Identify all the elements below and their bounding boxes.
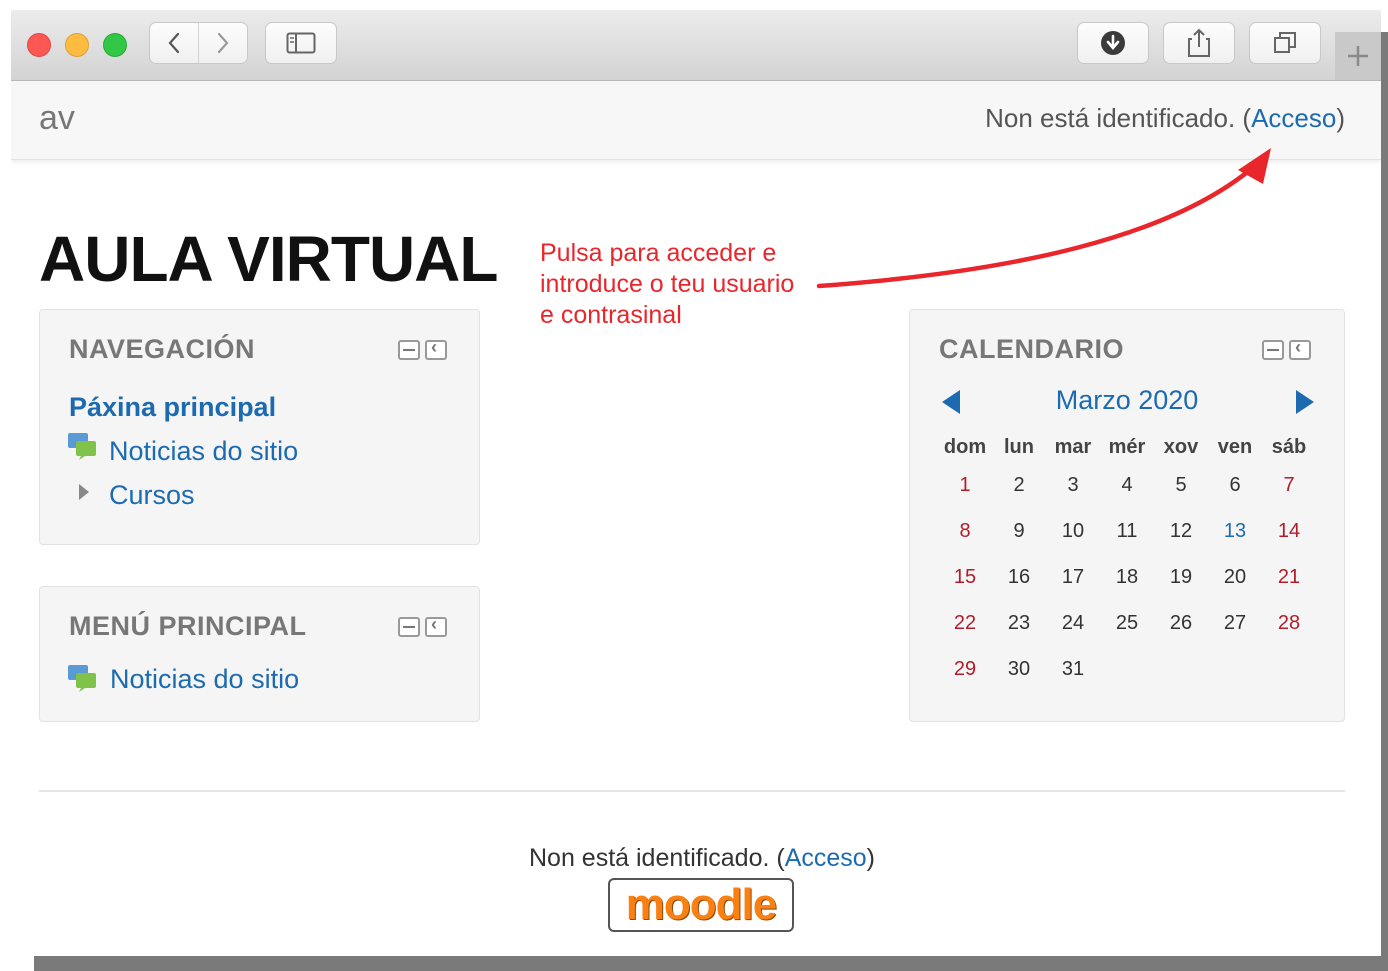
calendar-week: 1234567 xyxy=(938,462,1316,508)
calendar-day[interactable]: 16 xyxy=(992,554,1046,600)
weekday-header: mar xyxy=(1054,435,1092,458)
calendar-day[interactable]: 24 xyxy=(1046,600,1100,646)
calendar-week: 15 16 17 18 19 20 21 xyxy=(938,554,1316,600)
moodle-logo[interactable]: moodle xyxy=(608,878,794,932)
calendar-table: dom lun mar mér xov ven sáb 1 2 3 4 5 6 7 8 9 10 11 12 13 1… xyxy=(938,432,1316,692)
navigation-block: NAVEGACIÓN Páxina principal Noticias do … xyxy=(39,309,480,545)
main-menu-block-title: MENÚ PRINCIPAL xyxy=(69,611,307,641)
calendar-week: 29 30 31 xyxy=(938,646,1316,692)
footer-login-close: ) xyxy=(866,844,875,872)
main-menu-block-controls xyxy=(398,614,447,637)
calendar-day[interactable]: 31 xyxy=(1046,646,1100,692)
forum-icon xyxy=(68,433,96,460)
calendar-day[interactable]: 13 xyxy=(1208,508,1262,554)
nav-courses-link[interactable]: Cursos xyxy=(109,480,195,511)
calendar-day[interactable]: 10 xyxy=(1046,508,1100,554)
calendar-day[interactable]: 26 xyxy=(1154,600,1208,646)
weekday-header: xov xyxy=(1163,435,1199,458)
nav-home-link[interactable]: Páxina principal xyxy=(69,392,276,423)
hide-block-icon[interactable] xyxy=(398,340,420,360)
moodle-logo-text: moodle xyxy=(625,880,777,929)
main-menu-block: MENÚ PRINCIPAL Noticias do sitio xyxy=(39,586,480,722)
navigation-block-controls xyxy=(398,337,447,360)
calendar-day[interactable]: 7 xyxy=(1262,462,1316,508)
footer-login-link[interactable]: Acceso xyxy=(785,844,867,872)
menu-site-news-link[interactable]: Noticias do sitio xyxy=(110,664,299,695)
calendar-day[interactable]: 4 xyxy=(1100,462,1154,508)
calendar-day[interactable]: 15 xyxy=(938,554,992,600)
calendar-day[interactable]: 6 xyxy=(1208,462,1262,508)
calendar-day[interactable]: 21 xyxy=(1262,554,1316,600)
calendar-day[interactable]: 12 xyxy=(1154,508,1208,554)
browser-window: av Non está identificado. (Acceso) AULA … xyxy=(11,10,1381,956)
footer-login-text: Non está identificado. ( xyxy=(528,844,785,872)
calendar-day[interactable]: 27 xyxy=(1208,600,1262,646)
calendar-day[interactable]: 2 xyxy=(992,462,1046,508)
footer-divider xyxy=(39,790,1345,792)
next-month-icon[interactable] xyxy=(1296,390,1314,414)
calendar-day[interactable]: 5 xyxy=(1154,462,1208,508)
calendar-weekdays: dom lun mar mér xov ven sáb xyxy=(938,432,1316,462)
hide-block-icon[interactable] xyxy=(1262,340,1284,360)
forum-icon xyxy=(68,665,96,692)
nav-site-news-link[interactable]: Noticias do sitio xyxy=(109,436,298,467)
calendar-day[interactable]: 22 xyxy=(938,600,992,646)
calendar-day[interactable]: 11 xyxy=(1100,508,1154,554)
calendar-day[interactable]: 17 xyxy=(1046,554,1100,600)
calendar-days: 1 2 3 4 5 6 7 8 9 10 11 12 13 14 15 16 17 18 19 20 21 22 23 24 2… xyxy=(938,462,1316,692)
frame-shadow-right xyxy=(1381,32,1388,971)
calendar-day[interactable]: 19 xyxy=(1154,554,1208,600)
dock-block-icon[interactable] xyxy=(425,614,447,637)
calendar-block-title: CALENDARIO xyxy=(939,334,1124,364)
calendar-empty-cell xyxy=(1262,646,1316,692)
dock-block-icon[interactable] xyxy=(425,337,447,360)
collapsed-triangle-icon[interactable] xyxy=(78,483,90,501)
calendar-month-link[interactable]: Marzo 2020 xyxy=(910,385,1344,416)
weekday-header: lun xyxy=(1004,435,1034,458)
dock-block-icon[interactable] xyxy=(1289,337,1311,360)
calendar-day[interactable]: 1 xyxy=(938,462,992,508)
frame-shadow-bottom xyxy=(34,956,1388,971)
calendar-empty-cell xyxy=(1100,646,1154,692)
calendar-day[interactable]: 9 xyxy=(992,508,1046,554)
calendar-day[interactable]: 8 xyxy=(938,508,992,554)
calendar-day[interactable]: 23 xyxy=(992,600,1046,646)
weekday-header: dom xyxy=(943,435,987,458)
calendar-week: 22 23 24 25 26 27 28 xyxy=(938,600,1316,646)
hide-block-icon[interactable] xyxy=(398,617,420,637)
calendar-week: 8 9 10 11 12 13 14 xyxy=(938,508,1316,554)
calendar-empty-cell xyxy=(1208,646,1262,692)
footer-login-info: Non está identificado. (Acceso) xyxy=(11,844,1381,873)
weekday-header: ven xyxy=(1217,435,1253,458)
calendar-day[interactable]: 3 xyxy=(1046,462,1100,508)
calendar-block: CALENDARIO Marzo 2020 domlunmarmérxovven… xyxy=(909,309,1345,722)
calendar-day[interactable]: 18 xyxy=(1100,554,1154,600)
calendar-block-controls xyxy=(1262,337,1311,360)
calendar-day[interactable]: 28 xyxy=(1262,600,1316,646)
calendar-day[interactable]: 25 xyxy=(1100,600,1154,646)
calendar-day[interactable]: 29 xyxy=(938,646,992,692)
navigation-block-title: NAVEGACIÓN xyxy=(69,334,256,364)
calendar-day[interactable]: 20 xyxy=(1208,554,1262,600)
calendar-day[interactable]: 30 xyxy=(992,646,1046,692)
calendar-day[interactable]: 14 xyxy=(1262,508,1316,554)
weekday-header: mér xyxy=(1108,435,1146,458)
weekday-header: sáb xyxy=(1271,435,1307,458)
calendar-empty-cell xyxy=(1154,646,1208,692)
